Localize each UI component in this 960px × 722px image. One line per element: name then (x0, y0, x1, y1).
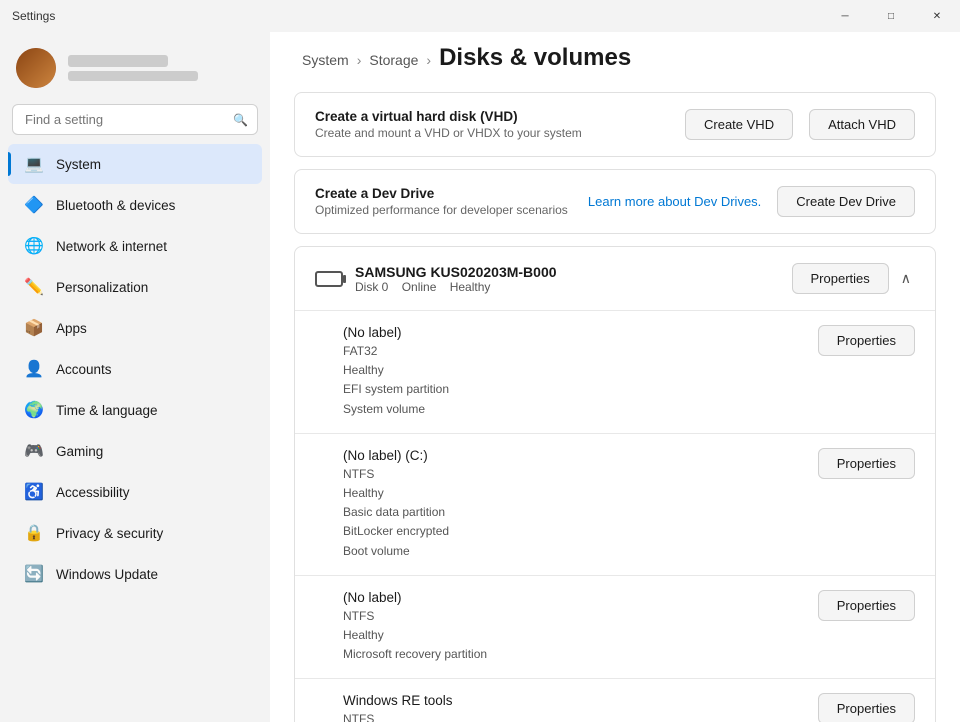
partition-properties-button[interactable]: Properties (818, 693, 915, 722)
partition-properties-button[interactable]: Properties (818, 325, 915, 356)
sidebar-item-apps[interactable]: 📦 Apps (8, 308, 262, 348)
sidebar-nav: 💻 System 🔷 Bluetooth & devices 🌐 Network… (0, 143, 270, 595)
sidebar-item-accounts[interactable]: 👤 Accounts (8, 349, 262, 389)
main-content: System › Storage › Disks & volumes Creat… (270, 32, 960, 722)
sidebar-item-personalization[interactable]: ✏️ Personalization (8, 267, 262, 307)
partition-detail: NTFS Healthy (343, 710, 802, 722)
window-controls: ─ □ ✕ (822, 0, 960, 32)
bluetooth-icon: 🔷 (24, 195, 44, 215)
devdrive-title: Create a Dev Drive (315, 186, 572, 201)
system-icon: 💻 (24, 154, 44, 174)
devdrive-card: Create a Dev Drive Optimized performance… (294, 169, 936, 234)
sidebar-item-label: Apps (56, 321, 87, 336)
partition-properties-button[interactable]: Properties (818, 448, 915, 479)
disk-collapse-button[interactable]: ∧ (897, 266, 915, 291)
breadcrumb-sep1: › (357, 52, 362, 68)
user-email (68, 71, 198, 81)
breadcrumb-sep2: › (426, 52, 431, 68)
sidebar-item-update[interactable]: 🔄 Windows Update (8, 554, 262, 594)
disk-meta: Disk 0 Online Healthy (355, 280, 780, 294)
partition-item: (No label) FAT32 Healthy EFI system part… (295, 310, 935, 433)
sidebar-item-label: Personalization (56, 280, 148, 295)
devdrive-description: Optimized performance for developer scen… (315, 203, 572, 217)
breadcrumb-storage[interactable]: Storage (369, 52, 418, 68)
sidebar-item-network[interactable]: 🌐 Network & internet (8, 226, 262, 266)
vhd-title: Create a virtual hard disk (VHD) (315, 109, 669, 124)
update-icon: 🔄 (24, 564, 44, 584)
sidebar-item-label: Accessibility (56, 485, 130, 500)
disk-section: SAMSUNG KUS020203M-B000 Disk 0 Online He… (294, 246, 936, 722)
disk-name: SAMSUNG KUS020203M-B000 (355, 264, 780, 280)
search-box: 🔍 (12, 104, 258, 135)
partition-name: (No label) (343, 590, 802, 605)
disk-header: SAMSUNG KUS020203M-B000 Disk 0 Online He… (295, 247, 935, 310)
attach-vhd-button[interactable]: Attach VHD (809, 109, 915, 140)
avatar (16, 48, 56, 88)
partition-detail: NTFS Healthy Basic data partition BitLoc… (343, 465, 802, 561)
search-input[interactable] (12, 104, 258, 135)
sidebar-item-label: Windows Update (56, 567, 158, 582)
accessibility-icon: ♿ (24, 482, 44, 502)
sidebar: 🔍 💻 System 🔷 Bluetooth & devices 🌐 Netwo… (0, 32, 270, 722)
gaming-icon: 🎮 (24, 441, 44, 461)
partition-name: (No label) (C:) (343, 448, 802, 463)
disk-status: Online (402, 280, 437, 294)
create-devdrive-button[interactable]: Create Dev Drive (777, 186, 915, 217)
partition-item: (No label) NTFS Healthy Microsoft recove… (295, 575, 935, 679)
sidebar-item-label: Time & language (56, 403, 158, 418)
personalization-icon: ✏️ (24, 277, 44, 297)
sidebar-item-bluetooth[interactable]: 🔷 Bluetooth & devices (8, 185, 262, 225)
disk-num: Disk 0 (355, 280, 388, 294)
breadcrumb: System › Storage › Disks & volumes (270, 32, 960, 92)
create-vhd-button[interactable]: Create VHD (685, 109, 793, 140)
sidebar-item-time[interactable]: 🌍 Time & language (8, 390, 262, 430)
minimize-button[interactable]: ─ (822, 0, 868, 32)
close-button[interactable]: ✕ (914, 0, 960, 32)
apps-icon: 📦 (24, 318, 44, 338)
sidebar-item-label: Accounts (56, 362, 112, 377)
time-icon: 🌍 (24, 400, 44, 420)
search-icon: 🔍 (233, 113, 248, 127)
breadcrumb-system[interactable]: System (302, 52, 349, 68)
partition-detail: FAT32 Healthy EFI system partition Syste… (343, 342, 802, 419)
disk-health: Healthy (450, 280, 491, 294)
maximize-button[interactable]: □ (868, 0, 914, 32)
sidebar-item-privacy[interactable]: 🔒 Privacy & security (8, 513, 262, 553)
user-name (68, 55, 168, 67)
sidebar-item-accessibility[interactable]: ♿ Accessibility (8, 472, 262, 512)
sidebar-item-label: Bluetooth & devices (56, 198, 175, 213)
disk-icon (315, 271, 343, 287)
privacy-icon: 🔒 (24, 523, 44, 543)
vhd-description: Create and mount a VHD or VHDX to your s… (315, 126, 669, 140)
partition-name: Windows RE tools (343, 693, 802, 708)
sidebar-item-label: Gaming (56, 444, 103, 459)
sidebar-item-label: System (56, 157, 101, 172)
partition-properties-button[interactable]: Properties (818, 590, 915, 621)
devdrive-learn-link[interactable]: Learn more about Dev Drives. (588, 194, 761, 209)
sidebar-item-label: Privacy & security (56, 526, 163, 541)
page-title: Disks & volumes (439, 44, 631, 72)
sidebar-item-system[interactable]: 💻 System (8, 144, 262, 184)
app-title: Settings (12, 9, 55, 23)
disk-properties-button[interactable]: Properties (792, 263, 889, 294)
partition-detail: NTFS Healthy Microsoft recovery partitio… (343, 607, 802, 665)
sidebar-item-label: Network & internet (56, 239, 167, 254)
user-profile[interactable] (0, 32, 270, 100)
network-icon: 🌐 (24, 236, 44, 256)
titlebar: Settings ─ □ ✕ (0, 0, 960, 32)
partition-item: (No label) (C:) NTFS Healthy Basic data … (295, 433, 935, 575)
accounts-icon: 👤 (24, 359, 44, 379)
partition-name: (No label) (343, 325, 802, 340)
partition-item: Windows RE tools NTFS Healthy Properties (295, 678, 935, 722)
vhd-card: Create a virtual hard disk (VHD) Create … (294, 92, 936, 157)
sidebar-item-gaming[interactable]: 🎮 Gaming (8, 431, 262, 471)
